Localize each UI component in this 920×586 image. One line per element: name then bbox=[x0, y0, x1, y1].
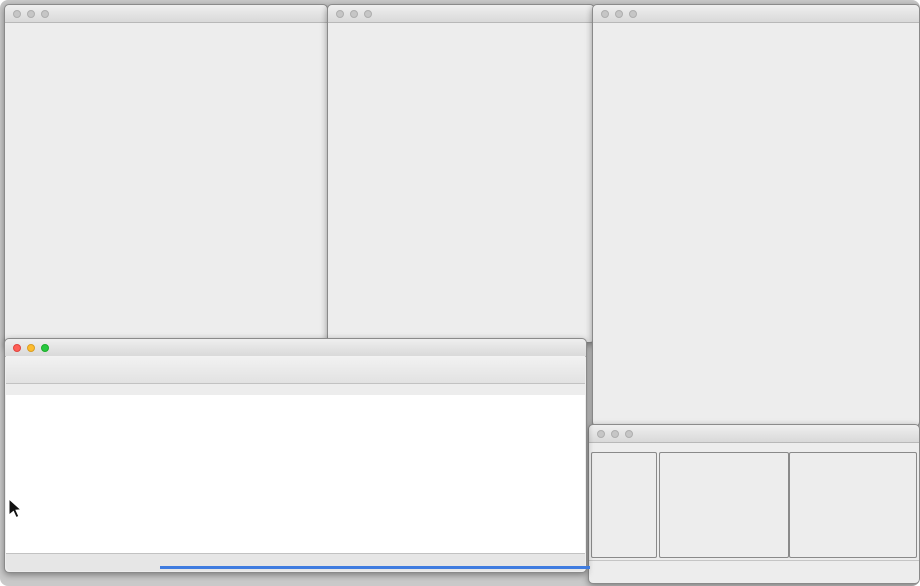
receiving-progress-line bbox=[160, 566, 590, 569]
mouse-cursor bbox=[8, 498, 22, 519]
motion-toolbar bbox=[6, 356, 585, 384]
zoom-button[interactable] bbox=[629, 10, 637, 18]
visibility-group bbox=[659, 452, 789, 558]
channels-window bbox=[4, 4, 328, 347]
minimize-button[interactable] bbox=[615, 10, 623, 18]
close-button[interactable] bbox=[597, 430, 605, 438]
status-bar bbox=[589, 560, 919, 582]
frequency-titlebar bbox=[328, 5, 594, 23]
drift-titlebar bbox=[593, 5, 919, 23]
channels-titlebar bbox=[5, 5, 327, 23]
control-window bbox=[588, 424, 920, 584]
close-button[interactable] bbox=[13, 344, 21, 352]
operation-group bbox=[591, 452, 657, 558]
zoom-button[interactable] bbox=[41, 10, 49, 18]
close-button[interactable] bbox=[601, 10, 609, 18]
zoom-button[interactable] bbox=[41, 344, 49, 352]
motion-3d-window bbox=[4, 338, 587, 573]
control-titlebar bbox=[589, 425, 919, 443]
minimize-button[interactable] bbox=[27, 344, 35, 352]
desktop bbox=[0, 0, 920, 586]
close-button[interactable] bbox=[336, 10, 344, 18]
progress-bar bbox=[592, 567, 692, 573]
minimize-button[interactable] bbox=[611, 430, 619, 438]
zoom-button[interactable] bbox=[625, 430, 633, 438]
interstory-drift-window bbox=[592, 4, 920, 427]
building-model bbox=[6, 395, 583, 553]
minimize-button[interactable] bbox=[27, 10, 35, 18]
frequency-window bbox=[327, 4, 595, 343]
motion-titlebar bbox=[5, 339, 586, 357]
model-canvas[interactable] bbox=[6, 395, 585, 554]
zoom-button[interactable] bbox=[364, 10, 372, 18]
alarms-group bbox=[789, 452, 917, 558]
minimize-button[interactable] bbox=[350, 10, 358, 18]
close-button[interactable] bbox=[13, 10, 21, 18]
